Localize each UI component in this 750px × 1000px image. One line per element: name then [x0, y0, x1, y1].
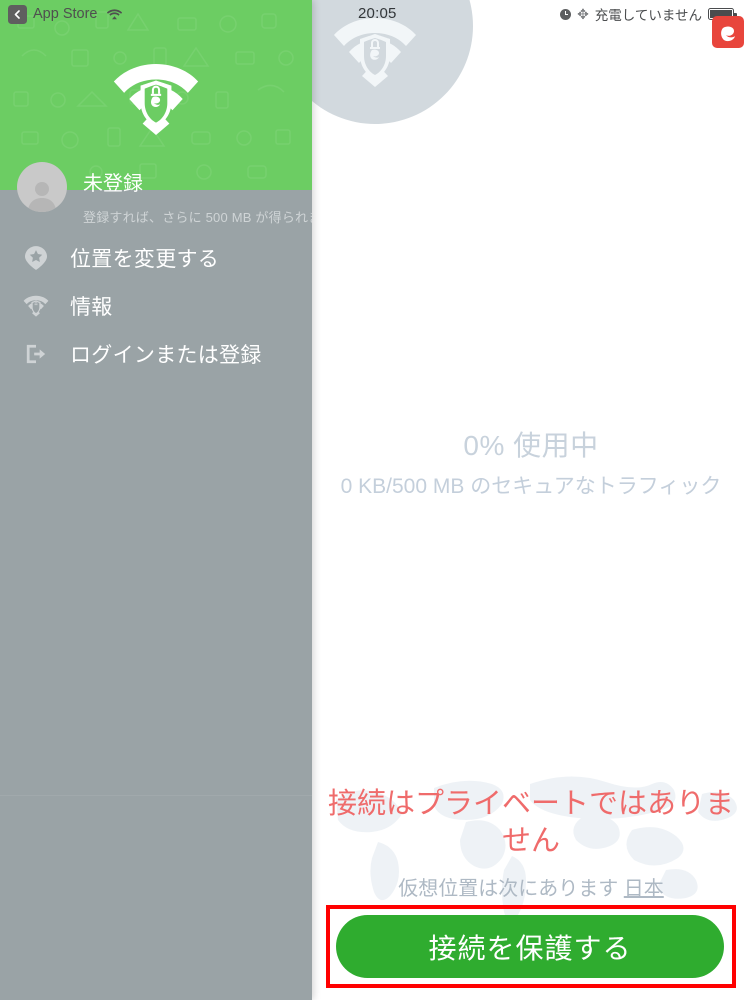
sidebar-item-login-or-register[interactable]: ログインまたは登録	[0, 330, 312, 378]
usage-block: 0% 使用中 0 KB/500 MB のセキュアなトラフィック	[312, 424, 750, 502]
sidebar-item-change-location[interactable]: 位置を変更する	[0, 234, 312, 282]
sidebar-status-bar: App Store	[0, 0, 312, 28]
sidebar-profile-text: 未登録 登録すれば、さらに 500 MB が得られます	[83, 162, 312, 226]
avira-app-badge[interactable]	[712, 16, 744, 48]
back-chevron-icon[interactable]	[8, 4, 27, 24]
status-bar-right-group: ✥ 充電していません	[560, 4, 737, 24]
connection-status-title: 接続はプライベートではありません	[327, 788, 734, 858]
alarm-icon	[560, 8, 572, 20]
sidebar-item-information[interactable]: 情報	[0, 282, 312, 330]
battery-status-label: 充電していません	[594, 8, 702, 23]
connect-button-highlight	[326, 905, 736, 988]
user-avatar-icon	[17, 162, 67, 212]
sidebar-phantom-vpn-logo-icon	[110, 62, 202, 136]
sidebar-divider	[0, 795, 312, 796]
wifi-icon	[106, 8, 122, 20]
location-pin-icon	[23, 245, 49, 271]
profile-subtitle: 登録すれば、さらに 500 MB が得られます	[83, 210, 312, 225]
usage-percent-label: 0% 使用中	[463, 430, 599, 461]
virtual-location-link[interactable]: 日本	[624, 878, 664, 900]
virtual-location-prefix: 仮想位置は次にあります	[398, 878, 624, 901]
back-to-app-store-label[interactable]: App Store	[33, 6, 98, 22]
sidebar-profile[interactable]: 未登録 登録すれば、さらに 500 MB が得られます	[0, 162, 312, 234]
sidebar-item-label: 情報	[70, 296, 113, 319]
bluetooth-icon: ✥	[577, 6, 589, 22]
sidebar-drawer: App Store 未登録 登録すれば、さらに 500 MB が得られます 位置…	[0, 0, 312, 1000]
avira-logo-icon	[721, 26, 735, 42]
sidebar-item-label: ログインまたは登録	[70, 344, 262, 367]
virtual-location-line: 仮想位置は次にあります 日本	[312, 872, 750, 901]
connection-status-block: 接続はプライベートではありません 仮想位置は次にあります 日本	[312, 786, 750, 901]
login-arrow-icon	[23, 341, 49, 367]
profile-name: 未登録	[83, 173, 143, 195]
vpn-shield-icon	[23, 293, 49, 319]
usage-detail-label: 0 KB/500 MB のセキュアなトラフィック	[340, 475, 722, 498]
sidebar-menu: 位置を変更する 情報 ログインまたは登録	[0, 234, 312, 378]
sidebar-item-label: 位置を変更する	[70, 248, 220, 271]
status-bar-time: 20:05	[358, 5, 397, 22]
